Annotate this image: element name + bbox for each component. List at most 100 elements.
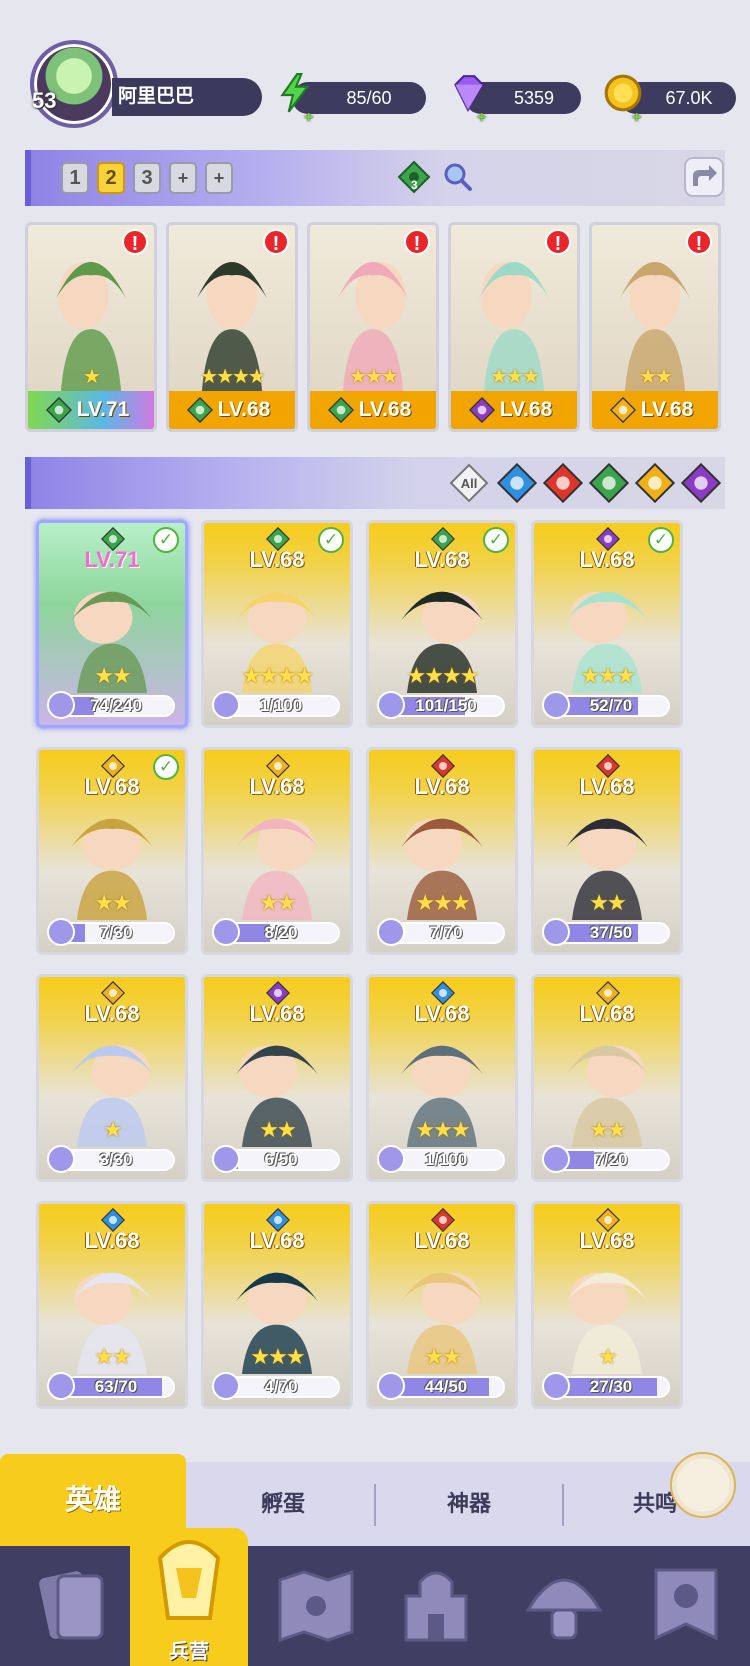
team-slot-3[interactable]: 3 xyxy=(133,162,161,194)
nav-map[interactable] xyxy=(266,1556,366,1656)
nav-cards[interactable] xyxy=(22,1556,122,1656)
light-element-icon xyxy=(610,397,636,423)
castle-icon xyxy=(404,1571,468,1642)
in-team-check-icon: ✓ xyxy=(153,754,179,780)
fragment-count: 44/50 xyxy=(424,1377,468,1396)
tab-artifact[interactable]: 神器 xyxy=(376,1462,562,1546)
team-preset-bar: 1 2 3 + + 3 xyxy=(25,150,725,206)
hero-card[interactable]: LV.68 ★★ 6/50 xyxy=(201,974,353,1182)
fragment-icon xyxy=(47,1372,75,1400)
hero-card[interactable]: LV.68 ✓ ★★ 7/30 xyxy=(36,747,188,955)
alert-icon: ! xyxy=(686,229,712,255)
hero-card[interactable]: LV.68 ★★★ 7/70 xyxy=(366,747,518,955)
fragment-icon xyxy=(542,1372,570,1400)
hero-card[interactable]: LV.68 ★★ 63/70 xyxy=(36,1201,188,1409)
team-hero-card[interactable]: ★★★★ LV.68! xyxy=(166,222,298,432)
wind-element-icon xyxy=(328,397,354,423)
gem-plus-icon[interactable]: + xyxy=(477,102,486,134)
filter-water-button[interactable] xyxy=(497,463,537,503)
in-team-check-icon: ✓ xyxy=(648,527,674,553)
hero-card[interactable]: LV.68 ★ 3/30 xyxy=(36,974,188,1182)
team-slot-1[interactable]: 1 xyxy=(61,162,89,194)
share-icon[interactable] xyxy=(683,156,725,198)
team-hero-card[interactable]: ★★★ LV.68! xyxy=(448,222,580,432)
hero-level: LV.68 xyxy=(249,1228,305,1253)
nav-barracks[interactable]: 兵营 xyxy=(130,1528,248,1666)
fragment-count: 7/30 xyxy=(99,923,133,942)
hero-stars: ★ xyxy=(103,1117,123,1142)
team-hero-card[interactable]: ★★★ LV.68! xyxy=(307,222,439,432)
search-icon[interactable] xyxy=(443,162,473,192)
team-hero-card[interactable]: ★ LV.71! xyxy=(25,222,157,432)
gem-counter[interactable]: + 5359 xyxy=(454,75,581,126)
in-team-check-icon: ✓ xyxy=(153,527,179,553)
hero-stars: ★★★★ xyxy=(406,663,480,688)
top-status-bar: 53 阿里巴巴 + 85/60 + 5359 + 67.0K xyxy=(0,30,750,130)
energy-plus-icon[interactable]: + xyxy=(304,102,313,134)
hero-card[interactable]: LV.68 ★ 27/30 xyxy=(531,1201,683,1409)
player-name: 阿里巴巴 xyxy=(112,78,262,116)
map-icon xyxy=(278,1569,354,1643)
hero-card[interactable]: LV.68 ✓ ★★★★ 101/150 xyxy=(366,520,518,728)
team-slot-add-1[interactable]: + xyxy=(169,162,197,194)
fragment-count: 74/240 xyxy=(90,696,142,715)
hero-card[interactable]: LV.68 ★★ 37/50 xyxy=(531,747,683,955)
filter-wind-button[interactable] xyxy=(589,463,629,503)
filter-all-button[interactable]: All xyxy=(449,463,489,503)
nav-banner[interactable] xyxy=(636,1556,736,1656)
nav-castle[interactable] xyxy=(386,1556,486,1656)
hero-card[interactable]: LV.68 ✓ ★★★★ 1/100 xyxy=(201,520,353,728)
hero-filter-bar: All xyxy=(25,457,725,509)
team-slot-2[interactable]: 2 xyxy=(97,162,125,194)
filter-light-button[interactable] xyxy=(635,463,675,503)
wind-element-icon xyxy=(46,397,72,423)
alert-icon: ! xyxy=(263,229,289,255)
hero-card[interactable]: LV.68 ★★ 8/20 xyxy=(201,747,353,955)
fragment-icon xyxy=(377,1145,405,1173)
team-element-count: 3 xyxy=(411,178,418,192)
fragment-icon xyxy=(212,918,240,946)
player-avatar[interactable] xyxy=(30,40,118,128)
hero-level: LV.68 xyxy=(414,1228,470,1253)
floating-sparkle-button[interactable] xyxy=(670,1452,736,1518)
alert-icon: ! xyxy=(404,229,430,255)
hero-card[interactable]: LV.71 ✓ ★★ 74/240 xyxy=(36,520,188,728)
energy-counter[interactable]: + 85/60 xyxy=(280,73,426,126)
team-slot-add-2[interactable]: + xyxy=(205,162,233,194)
coin-plus-icon[interactable]: + xyxy=(632,102,641,134)
hero-card[interactable]: LV.68 ★★ 7/20 xyxy=(531,974,683,1182)
filter-dark-button[interactable] xyxy=(681,463,721,503)
hero-level: LV.68 xyxy=(414,1001,470,1026)
energy-value: 85/60 xyxy=(346,88,392,108)
hero-card[interactable]: LV.68 ★★★ 4/70 xyxy=(201,1201,353,1409)
bottom-tabs: 英雄 孵蛋 神器 共鸣 xyxy=(0,1454,750,1546)
nav-mushroom[interactable] xyxy=(514,1556,614,1656)
fragment-count: 3/30 xyxy=(99,1150,133,1169)
fragment-count: 7/20 xyxy=(594,1150,628,1169)
hero-stars: ★★★ xyxy=(580,663,635,688)
in-team-check-icon: ✓ xyxy=(318,527,344,553)
hero-level: LV.68 xyxy=(249,774,305,799)
fragment-icon xyxy=(212,691,240,719)
fragment-count: 52/70 xyxy=(589,696,633,715)
hero-card[interactable]: LV.68 ✓ ★★★ 52/70 xyxy=(531,520,683,728)
hero-stars: ★★★ xyxy=(415,1117,470,1142)
hero-level: LV.68 xyxy=(84,1001,140,1026)
fragment-count: 4/70 xyxy=(264,1377,298,1396)
fragment-icon xyxy=(377,1372,405,1400)
fragment-count: 1/100 xyxy=(424,1150,468,1169)
filter-fire-button[interactable] xyxy=(543,463,583,503)
fragment-icon xyxy=(542,1145,570,1173)
coin-counter[interactable]: + 67.0K xyxy=(604,74,736,126)
fragment-icon xyxy=(377,918,405,946)
hero-stars: ★★★ xyxy=(415,890,470,915)
hero-stars: ★★★★ xyxy=(241,663,315,688)
hero-stars: ★ xyxy=(598,1344,618,1369)
hero-level: LV.68 xyxy=(579,774,635,799)
dark-element-icon xyxy=(469,397,495,423)
hero-stars: ★★★ xyxy=(349,366,399,388)
hero-card[interactable]: LV.68 ★★ 44/50 xyxy=(366,1201,518,1409)
team-hero-card[interactable]: ★★ LV.68! xyxy=(589,222,721,432)
hero-stars: ★★ xyxy=(94,1344,131,1369)
hero-card[interactable]: LV.68 ★★★ 1/100 xyxy=(366,974,518,1182)
